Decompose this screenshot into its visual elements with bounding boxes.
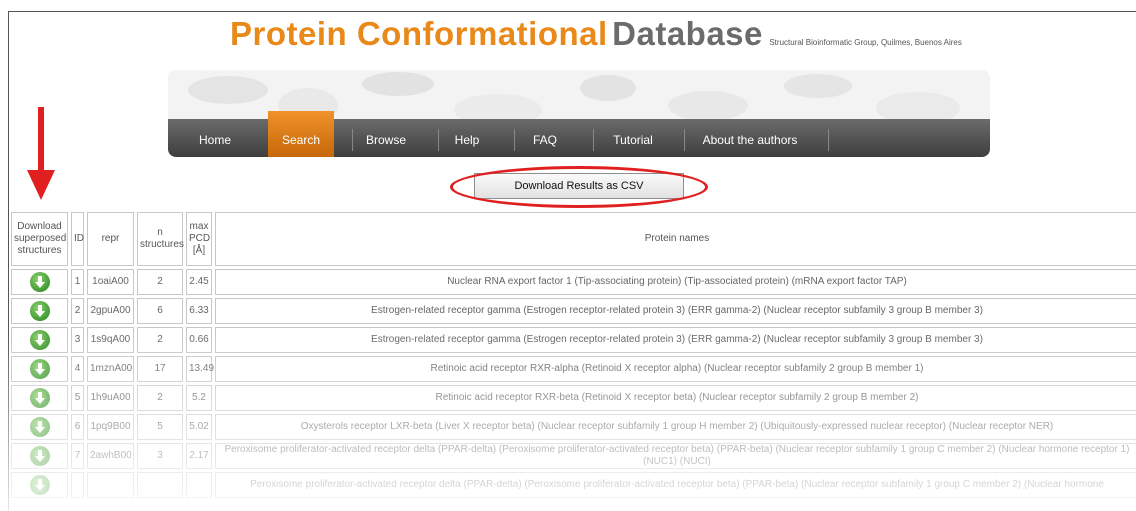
cell-repr[interactable]: 1oaiA00 <box>87 269 134 295</box>
cell-protein-name: Estrogen-related receptor gamma (Estroge… <box>215 327 1136 353</box>
cell-protein-name: Nuclear RNA export factor 1 (Tip-associa… <box>215 269 1136 295</box>
download-cell <box>11 269 68 295</box>
header-protein-names[interactable]: Protein names <box>215 212 1136 266</box>
nav-separator <box>352 129 353 151</box>
table-row: 3 1s9qA00 2 0.66 Estrogen-related recept… <box>11 327 1136 353</box>
cell-repr[interactable]: 2awhB00 <box>87 443 134 469</box>
site-title: Protein Conformational Database Structur… <box>230 17 962 50</box>
header-banner: Home Search Browse Help FAQ Tutorial Abo… <box>168 70 990 157</box>
cell-max-pcd: 5.02 <box>186 414 212 440</box>
cell-protein-name: Oxysterols receptor LXR-beta (Liver X re… <box>215 414 1136 440</box>
cell-id: 2 <box>71 298 84 324</box>
cell-max-pcd: 2.45 <box>186 269 212 295</box>
annotation-circle <box>450 166 708 208</box>
header-id[interactable]: ID <box>71 212 84 266</box>
cell-protein-name: Retinoic acid receptor RXR-beta (Retinoi… <box>215 385 1136 411</box>
nav-search[interactable]: Search <box>268 111 334 157</box>
download-arrow-icon[interactable] <box>29 417 50 437</box>
download-cell <box>11 414 68 440</box>
table-row: 4 1mznA00 17 13.49 Retinoic acid recepto… <box>11 356 1136 382</box>
download-cell <box>11 385 68 411</box>
nav-separator <box>514 129 515 151</box>
download-arrow-icon[interactable] <box>29 301 50 321</box>
cell-repr[interactable]: 1pq9B00 <box>87 414 134 440</box>
download-arrow-icon[interactable] <box>29 446 50 466</box>
nav-separator <box>438 129 439 151</box>
table-header-row: Download superposed structures ID repr n… <box>11 212 1136 266</box>
cell-id: 6 <box>71 414 84 440</box>
annotation-arrow-head <box>27 170 55 200</box>
results-table: Download superposed structures ID repr n… <box>8 209 1136 501</box>
header-download: Download superposed structures <box>11 212 68 266</box>
nav-home[interactable]: Home <box>188 119 242 157</box>
cell-id: 3 <box>71 327 84 353</box>
site-subtitle: Structural Bioinformatic Group, Quilmes,… <box>769 38 962 47</box>
nav-faq[interactable]: FAQ <box>520 119 570 157</box>
download-cell <box>11 472 68 498</box>
annotation-arrow <box>38 107 44 173</box>
cell-n-structures: 2 <box>137 269 183 295</box>
cell-n-structures: 17 <box>137 356 183 382</box>
table-row: 6 1pq9B00 5 5.02 Oxysterols receptor LXR… <box>11 414 1136 440</box>
table-row: 5 1h9uA00 2 5.2 Retinoic acid receptor R… <box>11 385 1136 411</box>
cell-repr[interactable] <box>87 472 134 498</box>
table-row: 1 1oaiA00 2 2.45 Nuclear RNA export fact… <box>11 269 1136 295</box>
cell-id: 1 <box>71 269 84 295</box>
nav-separator <box>684 129 685 151</box>
nav-separator <box>593 129 594 151</box>
table-row: 7 2awhB00 3 2.17 Peroxisome proliferator… <box>11 443 1136 469</box>
cell-id <box>71 472 84 498</box>
nav-browse[interactable]: Browse <box>358 119 414 157</box>
main-nav: Home Search Browse Help FAQ Tutorial Abo… <box>168 111 990 157</box>
cell-max-pcd: 5.2 <box>186 385 212 411</box>
cell-repr[interactable]: 1mznA00 <box>87 356 134 382</box>
cell-repr[interactable]: 2gpuA00 <box>87 298 134 324</box>
cell-protein-name: Peroxisome proliferator-activated recept… <box>215 443 1136 469</box>
cell-repr[interactable]: 1h9uA00 <box>87 385 134 411</box>
header-repr[interactable]: repr <box>87 212 134 266</box>
download-arrow-icon[interactable] <box>29 272 50 292</box>
cell-n-structures: 6 <box>137 298 183 324</box>
nav-tutorial[interactable]: Tutorial <box>600 119 666 157</box>
cell-max-pcd: 13.49 <box>186 356 214 382</box>
cell-n-structures: 3 <box>137 443 183 469</box>
cell-protein-name: Estrogen-related receptor gamma (Estroge… <box>215 298 1136 324</box>
cell-protein-name: Peroxisome proliferator-activated recept… <box>215 472 1136 498</box>
table-row: Peroxisome proliferator-activated recept… <box>11 472 1136 498</box>
cell-max-pcd: 2.17 <box>186 443 212 469</box>
download-arrow-icon[interactable] <box>29 475 50 495</box>
download-cell <box>11 298 68 324</box>
cell-n-structures <box>137 472 183 498</box>
download-arrow-icon[interactable] <box>29 359 50 379</box>
download-cell <box>11 356 68 382</box>
cell-n-structures: 2 <box>137 327 183 353</box>
cell-id: 7 <box>71 443 84 469</box>
cell-id: 4 <box>71 356 84 382</box>
download-arrow-icon[interactable] <box>29 330 50 350</box>
cell-repr[interactable]: 1s9qA00 <box>87 327 134 353</box>
nav-separator <box>828 129 829 151</box>
nav-help[interactable]: Help <box>444 119 490 157</box>
nav-about-authors[interactable]: About the authors <box>692 119 808 157</box>
download-cell <box>11 443 68 469</box>
title-protein-conformational: Protein Conformational <box>230 15 608 52</box>
cell-n-structures: 5 <box>137 414 183 440</box>
header-max-pcd[interactable]: max PCD [Å] <box>186 212 212 266</box>
download-cell <box>11 327 68 353</box>
cell-protein-name: Retinoic acid receptor RXR-alpha (Retino… <box>215 356 1136 382</box>
cell-n-structures: 2 <box>137 385 183 411</box>
cell-max-pcd <box>186 472 212 498</box>
header-n-structures[interactable]: n structures <box>137 212 184 266</box>
cell-max-pcd: 0.66 <box>186 327 212 353</box>
download-arrow-icon[interactable] <box>29 388 50 408</box>
cell-id: 5 <box>71 385 84 411</box>
cell-max-pcd: 6.33 <box>186 298 212 324</box>
table-row: 2 2gpuA00 6 6.33 Estrogen-related recept… <box>11 298 1136 324</box>
title-database: Database <box>612 15 763 52</box>
